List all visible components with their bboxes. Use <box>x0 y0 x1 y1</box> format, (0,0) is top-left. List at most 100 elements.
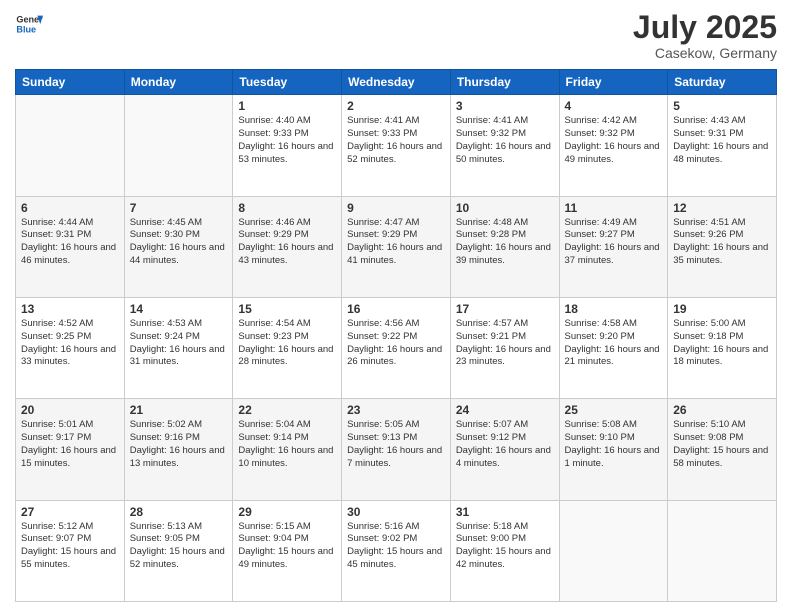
logo: General Blue <box>15 10 43 38</box>
logo-icon: General Blue <box>15 10 43 38</box>
day-number: 12 <box>673 201 771 215</box>
title-block: July 2025 Casekow, Germany <box>633 10 777 61</box>
day-content: Sunrise: 4:51 AM Sunset: 9:26 PM Dayligh… <box>673 217 771 268</box>
day-number: 11 <box>565 201 663 215</box>
day-number: 23 <box>347 403 445 417</box>
day-content: Sunrise: 5:05 AM Sunset: 9:13 PM Dayligh… <box>347 419 445 470</box>
calendar-week-row: 20 Sunrise: 5:01 AM Sunset: 9:17 PM Dayli… <box>16 399 777 500</box>
day-content: Sunrise: 4:52 AM Sunset: 9:25 PM Dayligh… <box>21 318 119 369</box>
day-number: 27 <box>21 505 119 519</box>
table-row: 25 Sunrise: 5:08 AM Sunset: 9:10 PM Dayli… <box>559 399 668 500</box>
day-content: Sunrise: 4:58 AM Sunset: 9:20 PM Dayligh… <box>565 318 663 369</box>
day-content: Sunrise: 5:02 AM Sunset: 9:16 PM Dayligh… <box>130 419 228 470</box>
calendar-week-row: 27Sunrise: 5:12 AM Sunset: 9:07 PM Dayli… <box>16 500 777 601</box>
day-number: 8 <box>238 201 336 215</box>
day-content: Sunrise: 5:01 AM Sunset: 9:17 PM Dayligh… <box>21 419 119 470</box>
table-row: 11 Sunrise: 4:49 AM Sunset: 9:27 PM Dayli… <box>559 196 668 297</box>
day-number: 24 <box>456 403 554 417</box>
table-row: 19 Sunrise: 5:00 AM Sunset: 9:18 PM Dayli… <box>668 297 777 398</box>
table-row <box>16 95 125 196</box>
table-row: 10 Sunrise: 4:48 AM Sunset: 9:28 PM Dayli… <box>450 196 559 297</box>
day-content: Sunrise: 4:57 AM Sunset: 9:21 PM Dayligh… <box>456 318 554 369</box>
day-content: Sunrise: 4:53 AM Sunset: 9:24 PM Dayligh… <box>130 318 228 369</box>
col-saturday: Saturday <box>668 70 777 95</box>
day-number: 14 <box>130 302 228 316</box>
month-title: July 2025 <box>633 10 777 45</box>
table-row: 21Sunrise: 5:02 AM Sunset: 9:16 PM Dayli… <box>124 399 233 500</box>
table-row <box>124 95 233 196</box>
day-content: Sunrise: 4:45 AM Sunset: 9:30 PM Dayligh… <box>130 217 228 268</box>
calendar-week-row: 6 Sunrise: 4:44 AM Sunset: 9:31 PM Daylig… <box>16 196 777 297</box>
table-row: 27Sunrise: 5:12 AM Sunset: 9:07 PM Dayli… <box>16 500 125 601</box>
day-number: 18 <box>565 302 663 316</box>
table-row <box>668 500 777 601</box>
day-number: 31 <box>456 505 554 519</box>
day-number: 22 <box>238 403 336 417</box>
day-content: Sunrise: 4:49 AM Sunset: 9:27 PM Dayligh… <box>565 217 663 268</box>
day-content: Sunrise: 5:07 AM Sunset: 9:12 PM Dayligh… <box>456 419 554 470</box>
day-content: Sunrise: 5:15 AM Sunset: 9:04 PM Dayligh… <box>238 521 336 572</box>
day-number: 4 <box>565 99 663 113</box>
day-number: 28 <box>130 505 228 519</box>
day-number: 6 <box>21 201 119 215</box>
table-row: 8 Sunrise: 4:46 AM Sunset: 9:29 PM Daylig… <box>233 196 342 297</box>
page: General Blue July 2025 Casekow, Germany … <box>0 0 792 612</box>
table-row: 2Sunrise: 4:41 AM Sunset: 9:33 PM Daylig… <box>342 95 451 196</box>
table-row: 31 Sunrise: 5:18 AM Sunset: 9:00 PM Dayli… <box>450 500 559 601</box>
day-content: Sunrise: 4:48 AM Sunset: 9:28 PM Dayligh… <box>456 217 554 268</box>
table-row: 24 Sunrise: 5:07 AM Sunset: 9:12 PM Dayli… <box>450 399 559 500</box>
calendar-week-row: 13 Sunrise: 4:52 AM Sunset: 9:25 PM Dayli… <box>16 297 777 398</box>
day-content: Sunrise: 4:40 AM Sunset: 9:33 PM Dayligh… <box>238 115 336 166</box>
table-row: 4 Sunrise: 4:42 AM Sunset: 9:32 PM Daylig… <box>559 95 668 196</box>
day-number: 5 <box>673 99 771 113</box>
table-row: 14 Sunrise: 4:53 AM Sunset: 9:24 PM Dayli… <box>124 297 233 398</box>
day-content: Sunrise: 5:13 AM Sunset: 9:05 PM Dayligh… <box>130 521 228 572</box>
location: Casekow, Germany <box>633 45 777 61</box>
day-content: Sunrise: 4:46 AM Sunset: 9:29 PM Dayligh… <box>238 217 336 268</box>
header: General Blue July 2025 Casekow, Germany <box>15 10 777 61</box>
day-content: Sunrise: 4:44 AM Sunset: 9:31 PM Dayligh… <box>21 217 119 268</box>
day-number: 19 <box>673 302 771 316</box>
day-content: Sunrise: 5:00 AM Sunset: 9:18 PM Dayligh… <box>673 318 771 369</box>
day-number: 10 <box>456 201 554 215</box>
day-number: 30 <box>347 505 445 519</box>
day-content: Sunrise: 4:41 AM Sunset: 9:32 PM Dayligh… <box>456 115 554 166</box>
day-number: 17 <box>456 302 554 316</box>
table-row: 5 Sunrise: 4:43 AM Sunset: 9:31 PM Daylig… <box>668 95 777 196</box>
table-row: 7Sunrise: 4:45 AM Sunset: 9:30 PM Daylig… <box>124 196 233 297</box>
table-row: 1 Sunrise: 4:40 AM Sunset: 9:33 PM Daylig… <box>233 95 342 196</box>
day-content: Sunrise: 4:56 AM Sunset: 9:22 PM Dayligh… <box>347 318 445 369</box>
table-row: 15Sunrise: 4:54 AM Sunset: 9:23 PM Dayli… <box>233 297 342 398</box>
day-content: Sunrise: 4:47 AM Sunset: 9:29 PM Dayligh… <box>347 217 445 268</box>
table-row: 18 Sunrise: 4:58 AM Sunset: 9:20 PM Dayli… <box>559 297 668 398</box>
table-row: 6 Sunrise: 4:44 AM Sunset: 9:31 PM Daylig… <box>16 196 125 297</box>
table-row: 22Sunrise: 5:04 AM Sunset: 9:14 PM Dayli… <box>233 399 342 500</box>
table-row: 20 Sunrise: 5:01 AM Sunset: 9:17 PM Dayli… <box>16 399 125 500</box>
calendar-week-row: 1 Sunrise: 4:40 AM Sunset: 9:33 PM Daylig… <box>16 95 777 196</box>
day-content: Sunrise: 4:42 AM Sunset: 9:32 PM Dayligh… <box>565 115 663 166</box>
day-number: 20 <box>21 403 119 417</box>
day-number: 3 <box>456 99 554 113</box>
col-thursday: Thursday <box>450 70 559 95</box>
day-content: Sunrise: 4:43 AM Sunset: 9:31 PM Dayligh… <box>673 115 771 166</box>
table-row: 16Sunrise: 4:56 AM Sunset: 9:22 PM Dayli… <box>342 297 451 398</box>
table-row: 29Sunrise: 5:15 AM Sunset: 9:04 PM Dayli… <box>233 500 342 601</box>
col-tuesday: Tuesday <box>233 70 342 95</box>
day-content: Sunrise: 5:18 AM Sunset: 9:00 PM Dayligh… <box>456 521 554 572</box>
col-monday: Monday <box>124 70 233 95</box>
day-number: 1 <box>238 99 336 113</box>
col-friday: Friday <box>559 70 668 95</box>
day-content: Sunrise: 5:08 AM Sunset: 9:10 PM Dayligh… <box>565 419 663 470</box>
day-number: 13 <box>21 302 119 316</box>
table-row: 17 Sunrise: 4:57 AM Sunset: 9:21 PM Dayli… <box>450 297 559 398</box>
table-row: 9 Sunrise: 4:47 AM Sunset: 9:29 PM Daylig… <box>342 196 451 297</box>
table-row: 12 Sunrise: 4:51 AM Sunset: 9:26 PM Dayli… <box>668 196 777 297</box>
calendar-table: Sunday Monday Tuesday Wednesday Thursday… <box>15 69 777 602</box>
day-number: 9 <box>347 201 445 215</box>
day-number: 25 <box>565 403 663 417</box>
calendar-header-row: Sunday Monday Tuesday Wednesday Thursday… <box>16 70 777 95</box>
svg-text:Blue: Blue <box>16 24 36 34</box>
day-content: Sunrise: 5:16 AM Sunset: 9:02 PM Dayligh… <box>347 521 445 572</box>
day-number: 26 <box>673 403 771 417</box>
col-wednesday: Wednesday <box>342 70 451 95</box>
